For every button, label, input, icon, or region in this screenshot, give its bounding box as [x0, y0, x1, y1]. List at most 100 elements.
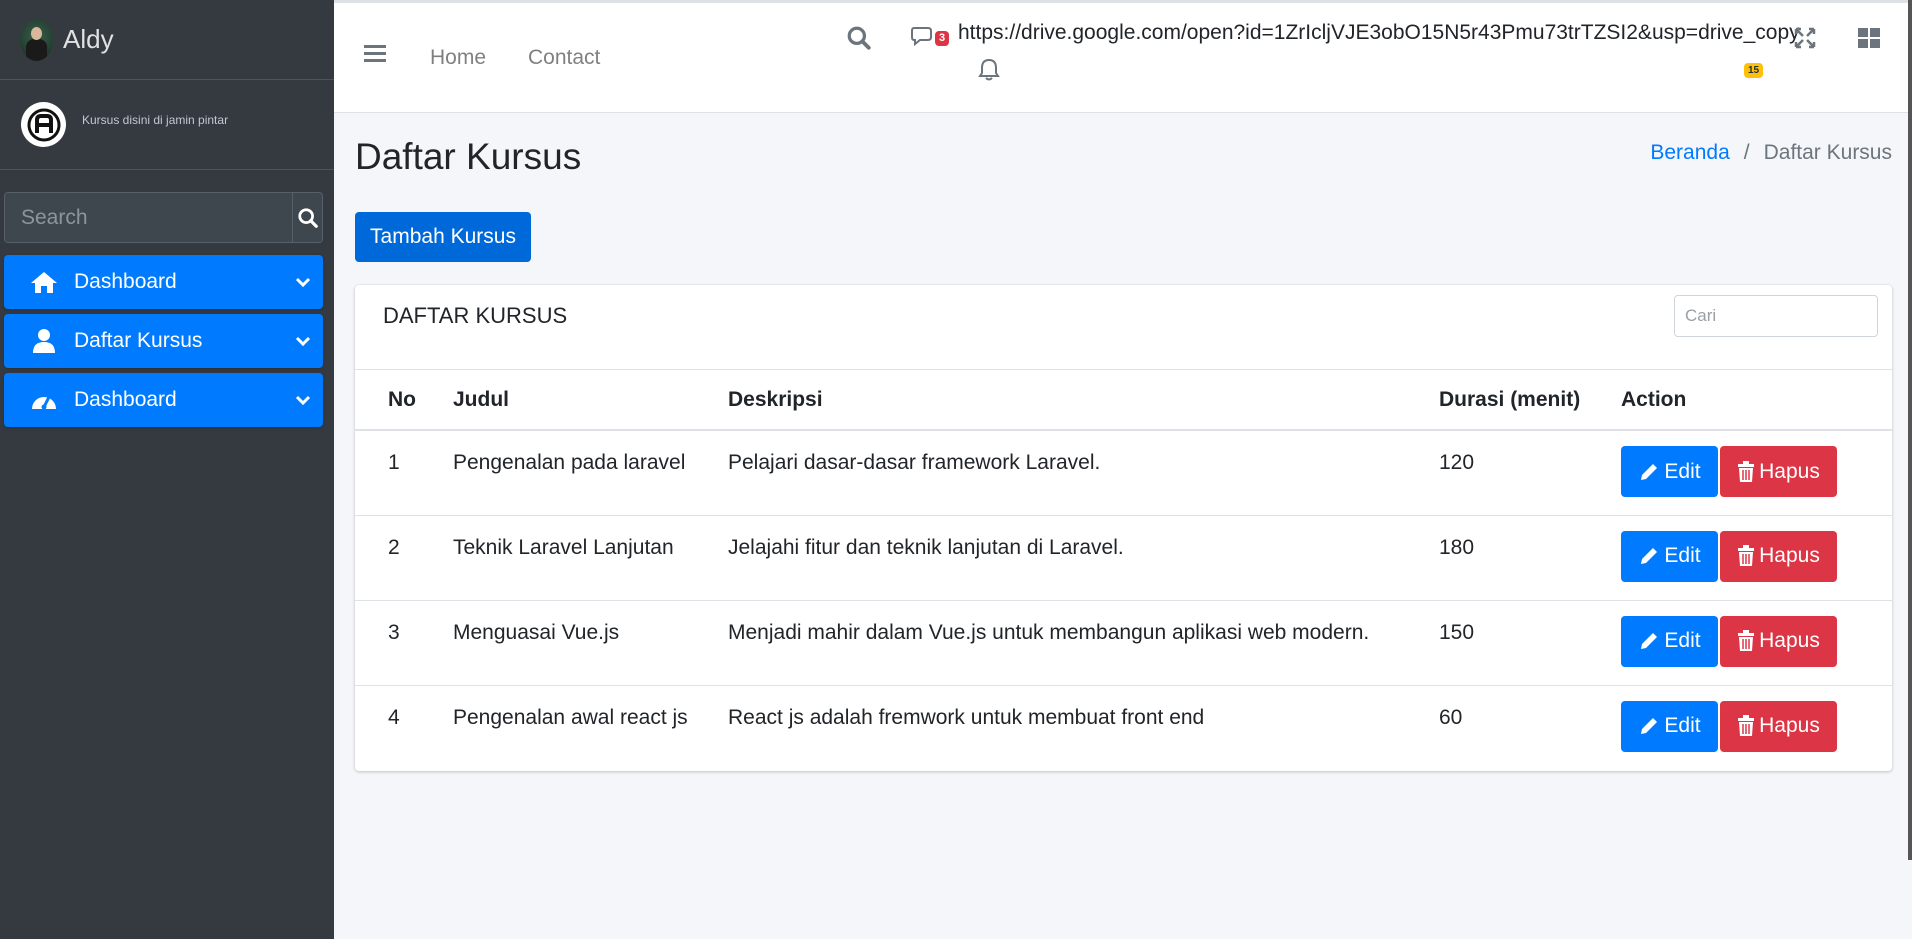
- table-row: 2 Teknik Laravel Lanjutan Jelajahi fitur…: [355, 514, 1892, 600]
- edit-label: Edit: [1664, 544, 1701, 567]
- trash-icon: [1738, 630, 1755, 651]
- card-title: DAFTAR KURSUS: [383, 303, 568, 328]
- nav-home-link[interactable]: Home: [430, 46, 486, 70]
- tachometer-icon: [30, 386, 58, 414]
- edit-label: Edit: [1664, 714, 1701, 737]
- delete-button[interactable]: Hapus: [1720, 446, 1837, 497]
- sidebar-item-daftar-kursus[interactable]: Daftar Kursus: [4, 314, 323, 368]
- pencil-icon: [1641, 718, 1658, 734]
- trash-icon: [1738, 545, 1755, 566]
- column-header-no: No: [355, 370, 453, 431]
- sidebar-item-label: Daftar Kursus: [74, 329, 203, 352]
- top-navbar: Home Contact 3 https://drive.google.com/…: [334, 0, 1912, 113]
- trash-icon: [1738, 460, 1755, 482]
- column-header-judul: Judul: [453, 370, 728, 431]
- sidebar-search-button[interactable]: [292, 193, 322, 242]
- pencil-icon: [1641, 633, 1658, 649]
- card-search-input[interactable]: [1675, 296, 1877, 336]
- search-icon[interactable]: [846, 25, 872, 56]
- column-header-durasi: Durasi (menit): [1439, 370, 1621, 431]
- chevron-down-icon: [283, 276, 323, 288]
- cell-no: 3: [355, 599, 453, 685]
- messages-icon[interactable]: [911, 25, 935, 52]
- brand-text: Aldy: [63, 24, 114, 54]
- edit-button[interactable]: Edit: [1621, 446, 1718, 497]
- user-avatar[interactable]: [21, 102, 66, 147]
- cell-action: Edit Hapus: [1621, 684, 1892, 770]
- breadcrumb-home-link[interactable]: Beranda: [1650, 141, 1729, 165]
- chevron-down-icon: [283, 394, 323, 406]
- edit-label: Edit: [1664, 629, 1701, 652]
- cell-durasi: 180: [1439, 514, 1621, 600]
- user-tagline: Kursus disini di jamin pintar: [82, 112, 229, 127]
- breadcrumb: Beranda / Daftar Kursus: [1650, 141, 1892, 165]
- edit-button[interactable]: Edit: [1621, 700, 1718, 752]
- delete-label: Hapus: [1759, 544, 1820, 567]
- fullscreen-icon[interactable]: [1794, 27, 1816, 54]
- delete-label: Hapus: [1759, 714, 1820, 737]
- sidebar-search-input[interactable]: [5, 193, 292, 242]
- url-text: https://drive.google.com/open?id=1ZrIclj…: [958, 21, 1800, 44]
- pencil-icon: [1641, 463, 1658, 480]
- sidebar-item-dashboard[interactable]: Dashboard: [4, 255, 323, 309]
- delete-button[interactable]: Hapus: [1720, 530, 1837, 582]
- chevron-down-icon: [283, 335, 323, 347]
- cell-deskripsi: Jelajahi fitur dan teknik lanjutan di La…: [728, 514, 1439, 600]
- cell-no: 4: [355, 684, 453, 770]
- grid-icon[interactable]: [1857, 27, 1881, 54]
- sidebar: Aldy Kursus disini di jamin pintar Dashb…: [0, 0, 334, 939]
- add-course-button[interactable]: Tambah Kursus: [355, 212, 531, 262]
- trash-icon: [1738, 715, 1755, 736]
- column-header-action: Action: [1621, 370, 1892, 431]
- nav-contact-link[interactable]: Contact: [528, 46, 600, 70]
- table-row: 1 Pengenalan pada laravel Pelajari dasar…: [355, 430, 1892, 515]
- cell-action: Edit Hapus: [1621, 430, 1892, 515]
- brand-link[interactable]: Aldy: [0, 0, 334, 80]
- sidebar-item-dashboard-2[interactable]: Dashboard: [4, 373, 323, 427]
- cell-action: Edit Hapus: [1621, 514, 1892, 600]
- page-scrollbar[interactable]: [1908, 0, 1912, 860]
- cell-durasi: 150: [1439, 599, 1621, 685]
- edit-label: Edit: [1664, 459, 1701, 483]
- table-header-row: No Judul Deskripsi Durasi (menit) Action: [355, 370, 1892, 431]
- cell-action: Edit Hapus: [1621, 599, 1892, 685]
- cell-deskripsi: Menjadi mahir dalam Vue.js untuk membang…: [728, 599, 1439, 685]
- cell-judul: Teknik Laravel Lanjutan: [453, 514, 728, 600]
- delete-label: Hapus: [1759, 459, 1820, 483]
- delete-button[interactable]: Hapus: [1720, 700, 1837, 752]
- search-icon: [297, 207, 318, 228]
- brand-avatar: [20, 18, 53, 61]
- table-row: 3 Menguasai Vue.js Menjadi mahir dalam V…: [355, 599, 1892, 685]
- breadcrumb-separator: /: [1743, 141, 1750, 164]
- cell-deskripsi: React js adalah fremwork untuk membuat f…: [728, 684, 1439, 770]
- logo-a-icon: [27, 108, 60, 141]
- notifications-badge: 15: [1744, 63, 1764, 78]
- pencil-icon: [1641, 548, 1658, 564]
- card-search: [1674, 295, 1878, 337]
- cell-judul: Pengenalan pada laravel: [453, 451, 686, 474]
- sidebar-menu: Dashboard Daftar Kursus Dashboard: [4, 255, 323, 432]
- breadcrumb-current: Daftar Kursus: [1763, 141, 1892, 164]
- cell-durasi: 60: [1439, 684, 1621, 770]
- user-icon: [30, 327, 58, 355]
- sidebar-item-label: Dashboard: [74, 388, 177, 411]
- cell-judul: Menguasai Vue.js: [453, 599, 728, 685]
- cell-judul: Pengenalan awal react js: [453, 684, 728, 770]
- edit-button[interactable]: Edit: [1621, 615, 1718, 667]
- card-header: DAFTAR KURSUS: [355, 285, 1892, 370]
- cell-no: 2: [355, 514, 453, 600]
- bell-icon[interactable]: [978, 57, 1000, 86]
- user-panel: Kursus disini di jamin pintar: [0, 80, 334, 170]
- hamburger-menu-icon[interactable]: [364, 43, 386, 68]
- column-header-deskripsi: Deskripsi: [728, 370, 1439, 431]
- table-row: 4 Pengenalan awal react js React js adal…: [355, 684, 1892, 770]
- cell-no: 1: [388, 451, 400, 474]
- messages-badge: 3: [935, 31, 950, 46]
- sidebar-item-label: Dashboard: [74, 270, 177, 293]
- edit-button[interactable]: Edit: [1621, 530, 1718, 582]
- course-card: DAFTAR KURSUS No Judul Deskripsi Durasi …: [355, 285, 1892, 771]
- cell-durasi: 120: [1439, 451, 1475, 474]
- delete-label: Hapus: [1759, 629, 1820, 652]
- page-title: Daftar Kursus: [355, 136, 582, 177]
- delete-button[interactable]: Hapus: [1720, 615, 1837, 667]
